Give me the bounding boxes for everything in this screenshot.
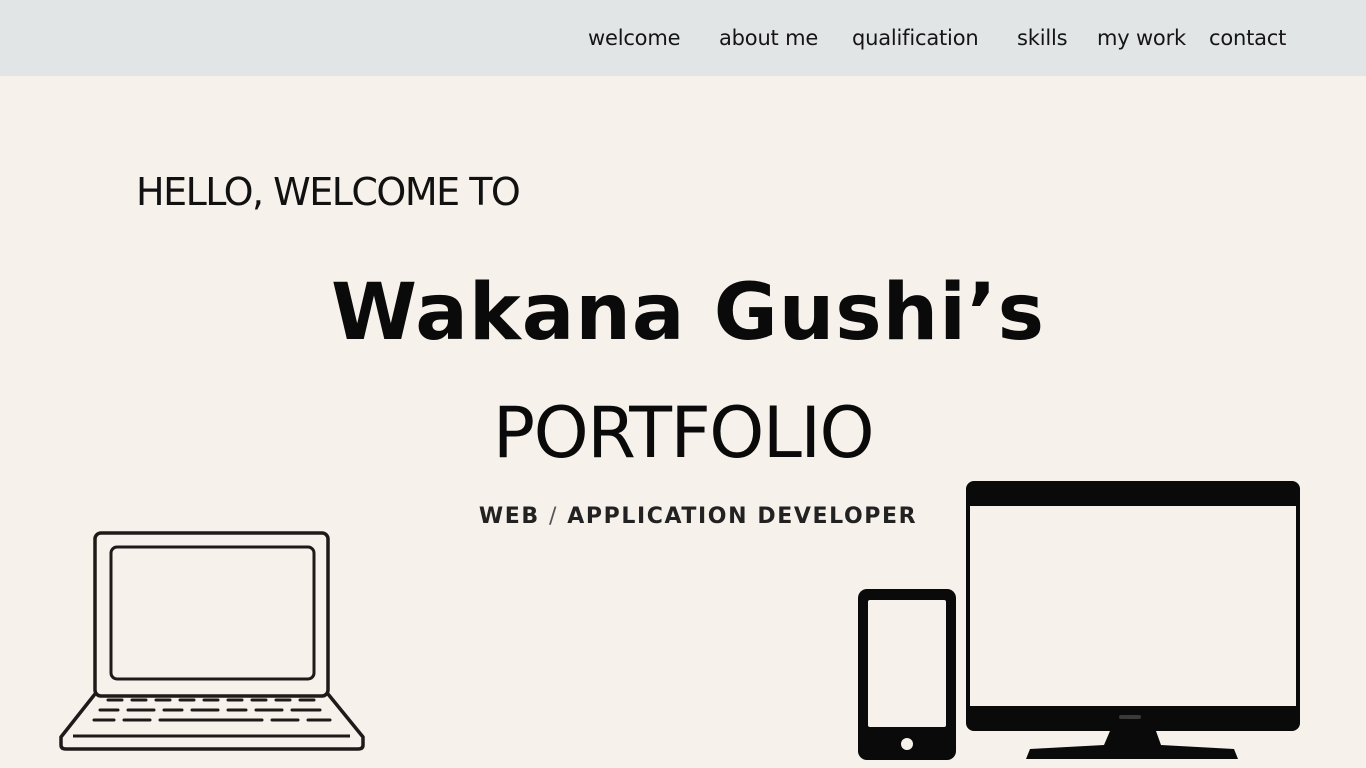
role-web: WEB xyxy=(478,504,540,529)
top-navbar: welcome about me qualification skills my… xyxy=(0,0,1366,76)
nav-link-about-me[interactable]: about me xyxy=(719,26,818,50)
nav-link-my-work[interactable]: my work xyxy=(1097,26,1186,50)
laptop-icon xyxy=(59,531,365,751)
nav-link-welcome[interactable]: welcome xyxy=(588,26,681,50)
nav-link-skills[interactable]: skills xyxy=(1017,26,1068,50)
role-application-developer: APPLICATION DEVELOPER xyxy=(567,504,918,529)
smartphone-icon xyxy=(858,589,956,760)
hero-title: PORTFOLIO xyxy=(492,392,875,474)
role-separator: / xyxy=(548,504,558,529)
nav-link-contact[interactable]: contact xyxy=(1209,26,1286,50)
hero-name: Wakana Gushi’s xyxy=(330,268,1046,358)
monitor-icon xyxy=(966,481,1300,759)
hero-greeting: HELLO, WELCOME TO xyxy=(136,170,521,214)
nav-link-qualification[interactable]: qualification xyxy=(852,26,979,50)
